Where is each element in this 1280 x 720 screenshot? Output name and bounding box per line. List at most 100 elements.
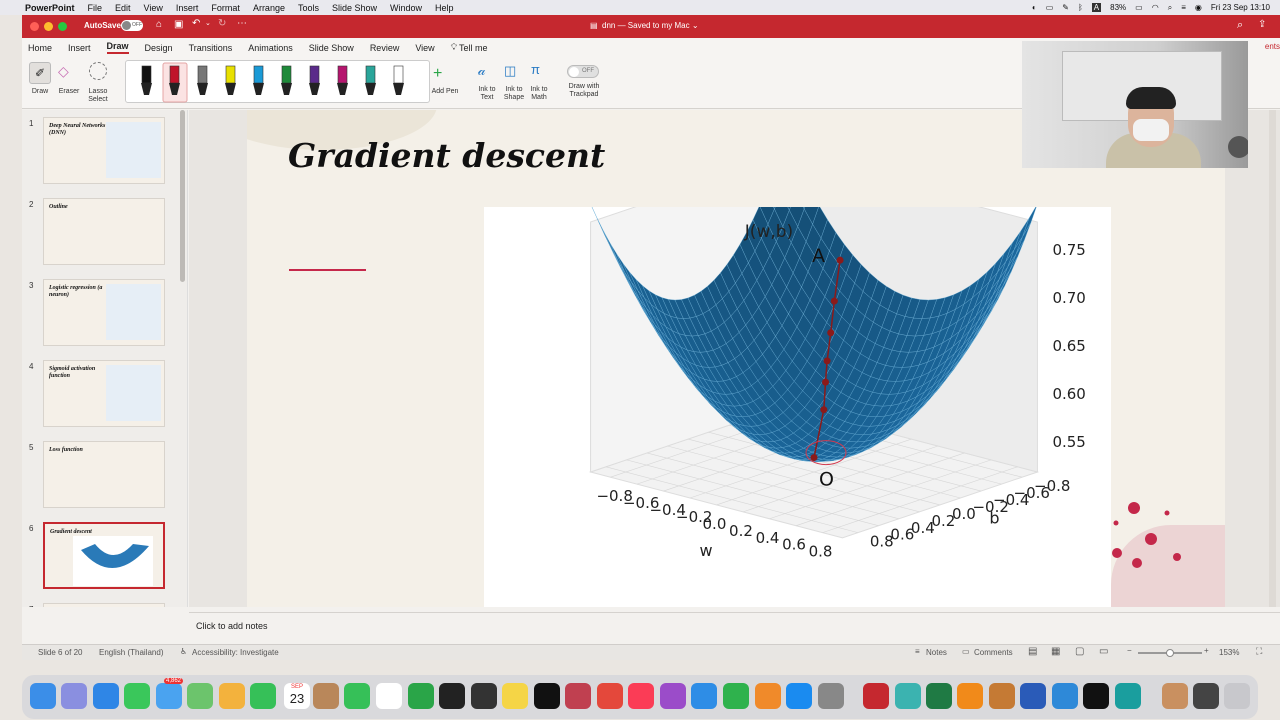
pen-7[interactable] xyxy=(309,65,320,95)
comments-toggle-button[interactable]: Comments xyxy=(974,648,1013,657)
numbers-app-icon[interactable] xyxy=(723,683,749,709)
tab-design[interactable]: Design xyxy=(145,43,173,53)
tell-me-search[interactable]: Tell me xyxy=(459,43,488,53)
menu-tools[interactable]: Tools xyxy=(298,3,319,13)
more-icon[interactable]: ⋯ xyxy=(237,18,247,29)
tab-slide-show[interactable]: Slide Show xyxy=(309,43,354,53)
thumbnail-slide-3[interactable]: Logistic regression (a neuron) xyxy=(43,279,165,346)
powerpoint-app-icon[interactable] xyxy=(863,683,889,709)
presenter-view-icon[interactable]: ▭ xyxy=(1099,646,1108,657)
canvas-scrollbar[interactable] xyxy=(1269,110,1276,607)
chart-image[interactable]: 0.55 0.60 0.65 0.70 0.75 −0.8 −0.6 −0.4 −0.2 0.0 0… xyxy=(484,137,1111,607)
keynote-app-icon[interactable] xyxy=(691,683,717,709)
arduino-app-icon[interactable] xyxy=(1115,683,1141,709)
eraser-icon[interactable]: ◇ xyxy=(58,63,69,80)
slide-6[interactable]: Gradient descent 0.55 0.60 0.65 0.70 0.75 −0.… xyxy=(247,110,1225,607)
pen-2[interactable] xyxy=(162,62,188,103)
menu-edit[interactable]: Edit xyxy=(115,3,131,13)
mail-app-icon[interactable] xyxy=(156,683,182,709)
battery-icon[interactable]: ▭ xyxy=(1135,3,1143,12)
thumbnail-slide-5[interactable]: Loss function xyxy=(43,441,165,508)
menu-insert[interactable]: Insert xyxy=(176,3,199,13)
zoom-slider[interactable] xyxy=(1138,649,1202,657)
photos-app-icon[interactable] xyxy=(219,683,245,709)
tab-transitions[interactable]: Transitions xyxy=(189,43,233,53)
draw-tool-button[interactable]: ✐ xyxy=(29,62,51,84)
trash-icon[interactable] xyxy=(1224,683,1250,709)
document-title[interactable]: dnn — Saved to my Mac ⌄ xyxy=(602,21,699,30)
screen-app-icon[interactable] xyxy=(1193,683,1219,709)
menu-file[interactable]: File xyxy=(88,3,103,13)
screen-mirror-icon[interactable]: ▭ xyxy=(1046,3,1054,12)
chrome-app-icon[interactable] xyxy=(597,683,623,709)
vscode-app-icon[interactable] xyxy=(1052,683,1078,709)
ink-to-math-icon[interactable]: π xyxy=(531,62,540,77)
zoom-slider-thumb[interactable] xyxy=(1166,649,1174,657)
facetime-app-icon[interactable] xyxy=(250,683,276,709)
bluetooth-icon[interactable]: ᛒ xyxy=(1078,3,1083,12)
calendar-app-icon[interactable]: SEP 23 xyxy=(284,683,310,709)
notes-placeholder[interactable]: Click to add notes xyxy=(196,621,268,631)
tab-animations[interactable]: Animations xyxy=(248,43,293,53)
maps-app-icon[interactable] xyxy=(187,683,213,709)
input-source-icon[interactable]: A xyxy=(1091,3,1102,12)
thumbnail-slide-6[interactable]: Gradient descent xyxy=(43,522,165,589)
status-icon[interactable]: ◐ xyxy=(1032,3,1037,12)
thumbnail-slide-1[interactable]: Deep Neural Networks (DNN) xyxy=(43,117,165,184)
wifi-icon[interactable]: ◠ xyxy=(1152,3,1159,12)
fit-slide-icon[interactable]: ⛶ xyxy=(1256,646,1262,657)
menu-format[interactable]: Format xyxy=(211,3,240,13)
excel-app-icon[interactable] xyxy=(926,683,952,709)
thumbnail-slide-7[interactable]: Gradient descent in 2D xyxy=(43,603,165,607)
music-app-icon[interactable] xyxy=(628,683,654,709)
activity-app-icon[interactable] xyxy=(408,683,434,709)
slide-thumbnail-pane[interactable]: 1 Deep Neural Networks (DNN) 2 Outline 3 Logi… xyxy=(22,110,188,607)
contacts-app-icon[interactable] xyxy=(313,683,339,709)
zoom-in-icon[interactable]: + xyxy=(1204,646,1209,655)
system-settings-app-icon[interactable] xyxy=(818,683,844,709)
zoom-window-button[interactable] xyxy=(58,22,67,31)
tab-review[interactable]: Review xyxy=(370,43,400,53)
trackpad-toggle[interactable]: OFF xyxy=(567,65,599,78)
comments-button-partial[interactable]: ents xyxy=(1265,42,1280,51)
battery-level[interactable]: 83% xyxy=(1110,3,1126,12)
vlc-app-icon[interactable] xyxy=(957,683,983,709)
tab-home[interactable]: Home xyxy=(28,43,52,53)
apple-tv-app-icon[interactable] xyxy=(534,683,560,709)
webex-app-icon[interactable] xyxy=(1083,683,1109,709)
notes-toggle-button[interactable]: Notes xyxy=(926,648,947,657)
menu-window[interactable]: Window xyxy=(390,3,422,13)
menu-slide-show[interactable]: Slide Show xyxy=(332,3,377,13)
language-indicator[interactable]: English (Thailand) xyxy=(99,648,163,657)
search-icon[interactable]: ⌕ xyxy=(1237,19,1243,32)
menu-view[interactable]: View xyxy=(144,3,163,13)
documents-app-icon[interactable] xyxy=(1162,683,1188,709)
app-name-menu[interactable]: PowerPoint xyxy=(25,3,75,13)
notes-app-icon[interactable] xyxy=(502,683,528,709)
zoom-out-icon[interactable]: − xyxy=(1127,646,1132,655)
line-app-icon[interactable] xyxy=(344,683,370,709)
siri-icon[interactable]: ◉ xyxy=(1195,3,1202,12)
zoom-level[interactable]: 153% xyxy=(1219,648,1239,657)
minimize-window-button[interactable] xyxy=(44,22,53,31)
spotlight-icon[interactable]: ⌕ xyxy=(1168,3,1172,13)
menu-help[interactable]: Help xyxy=(435,3,454,13)
tab-view[interactable]: View xyxy=(415,43,434,53)
finder-app-icon[interactable] xyxy=(30,683,56,709)
messages-app-icon[interactable] xyxy=(124,683,150,709)
chatgpt-app-icon[interactable] xyxy=(471,683,497,709)
undo-icon[interactable]: ↶ xyxy=(192,18,200,29)
pages-app-icon[interactable] xyxy=(755,683,781,709)
pen-3[interactable] xyxy=(197,65,208,95)
word-app-icon[interactable] xyxy=(1020,683,1046,709)
pen-6[interactable] xyxy=(281,65,292,95)
whiteboard-app-icon[interactable] xyxy=(895,683,921,709)
normal-view-icon[interactable]: ▤ xyxy=(1028,646,1037,657)
ink-to-text-icon[interactable]: 𝒶 xyxy=(478,62,486,79)
reminders-app-icon[interactable] xyxy=(376,683,402,709)
undo-dropdown-icon[interactable]: ⌄ xyxy=(205,19,211,27)
pen-9[interactable] xyxy=(365,65,376,95)
app-store-app-icon[interactable] xyxy=(786,683,812,709)
notes-pane[interactable]: Click to add notes xyxy=(189,612,1280,640)
pen-10[interactable] xyxy=(393,65,404,95)
